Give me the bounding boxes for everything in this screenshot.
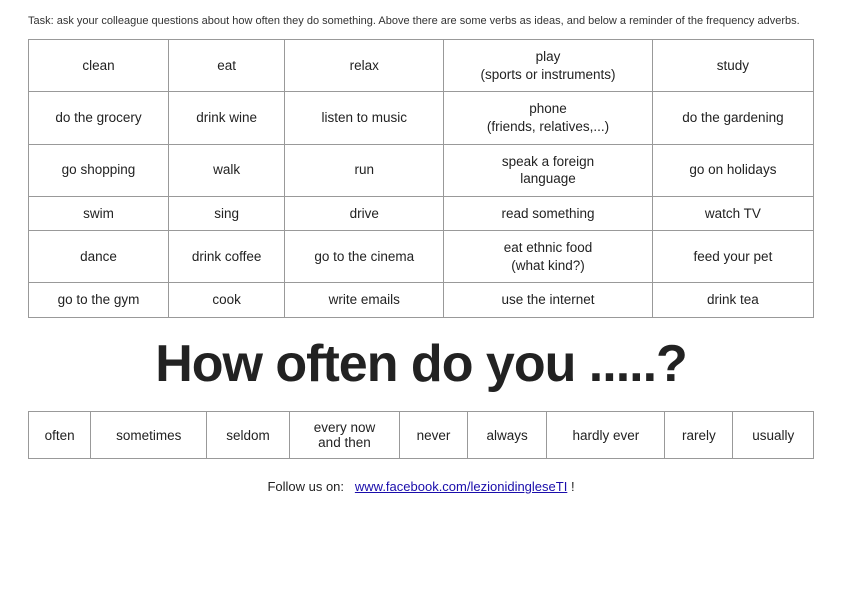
verb-cell: watch TV (652, 196, 813, 231)
verb-cell: do the grocery (29, 92, 169, 144)
verb-cell: eat ethnic food (what kind?) (444, 231, 653, 283)
follow-us-prefix: Follow us on: (267, 479, 344, 494)
follow-us: Follow us on: www.facebook.com/lezionidi… (28, 479, 814, 494)
verbs-table: cleaneatrelaxplay (sports or instruments… (28, 39, 814, 317)
verb-cell: cook (168, 283, 284, 318)
verb-cell: do the gardening (652, 92, 813, 144)
verb-cell: drink wine (168, 92, 284, 144)
verb-cell: use the internet (444, 283, 653, 318)
follow-us-suffix: ! (571, 479, 575, 494)
verb-cell: study (652, 40, 813, 92)
adverb-cell: seldom (207, 412, 290, 459)
verb-cell: dance (29, 231, 169, 283)
adverb-cell: always (468, 412, 547, 459)
verb-cell: go to the cinema (285, 231, 444, 283)
adverb-cell: rarely (665, 412, 733, 459)
verb-cell: walk (168, 144, 284, 196)
verb-cell: swim (29, 196, 169, 231)
verb-cell: relax (285, 40, 444, 92)
verb-cell: go on holidays (652, 144, 813, 196)
verb-cell: drive (285, 196, 444, 231)
verb-cell: play (sports or instruments) (444, 40, 653, 92)
adverbs-table: oftensometimesseldomevery now and thenne… (28, 411, 814, 459)
adverb-cell: often (29, 412, 91, 459)
verb-cell: feed your pet (652, 231, 813, 283)
verb-cell: run (285, 144, 444, 196)
big-question: How often do you .....? (28, 336, 814, 393)
verb-cell: drink tea (652, 283, 813, 318)
adverb-cell: usually (733, 412, 814, 459)
verb-cell: sing (168, 196, 284, 231)
task-description: Task: ask your colleague questions about… (28, 14, 814, 29)
verb-cell: eat (168, 40, 284, 92)
verb-cell: clean (29, 40, 169, 92)
verb-cell: read something (444, 196, 653, 231)
verb-cell: phone (friends, relatives,...) (444, 92, 653, 144)
verb-cell: go shopping (29, 144, 169, 196)
adverb-cell: never (400, 412, 468, 459)
verb-cell: write emails (285, 283, 444, 318)
verb-cell: drink coffee (168, 231, 284, 283)
adverb-cell: hardly ever (547, 412, 665, 459)
adverb-cell: sometimes (91, 412, 207, 459)
verb-cell: listen to music (285, 92, 444, 144)
verb-cell: speak a foreign language (444, 144, 653, 196)
adverb-cell: every now and then (289, 412, 399, 459)
verb-cell: go to the gym (29, 283, 169, 318)
follow-us-link[interactable]: www.facebook.com/lezionidingleseTI (355, 479, 567, 494)
